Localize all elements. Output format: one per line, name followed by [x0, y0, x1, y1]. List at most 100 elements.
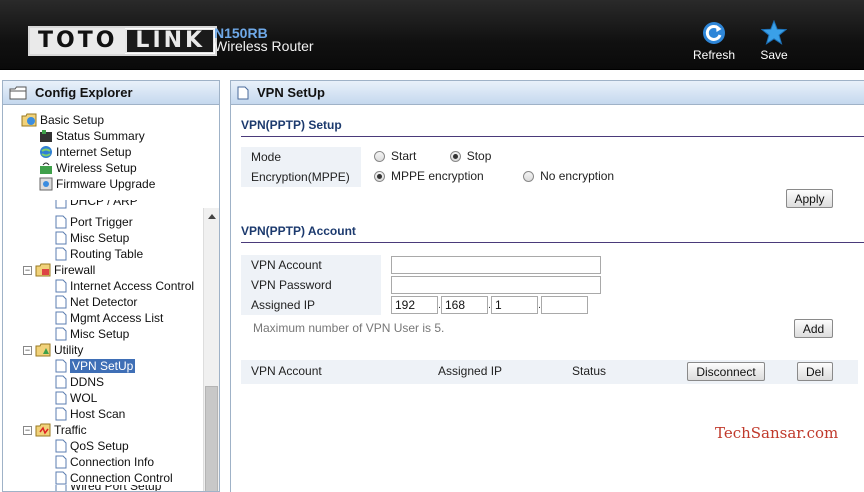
internet-icon — [39, 145, 53, 159]
config-explorer-label: Config Explorer — [35, 85, 133, 100]
del-button[interactable]: Del — [797, 362, 833, 381]
globe-folder-icon — [21, 113, 37, 127]
sidebar-item-net-detector[interactable]: Net Detector — [55, 294, 137, 310]
sidebar-item-status-summary[interactable]: Status Summary — [39, 128, 145, 144]
sidebar-item-host-scan[interactable]: Host Scan — [55, 406, 125, 422]
no-encryption-radio[interactable] — [523, 170, 535, 182]
sidebar-item-qos-setup[interactable]: QoS Setup — [55, 438, 129, 454]
sidebar-item-label: VPN SetUp — [70, 359, 136, 373]
sidebar-item-internet-setup[interactable]: Internet Setup — [39, 144, 131, 160]
setup-form: Mode Start Stop Encryption(MPPE) MPPE en… — [241, 147, 861, 187]
sidebar-item-label: Wired Port Setup — [70, 485, 162, 492]
sidebar-item-misc-setup[interactable]: Misc Setup — [55, 326, 129, 342]
sidebar-item-traffic[interactable]: − Traffic — [23, 422, 87, 438]
sidebar-item-label: Basic Setup — [40, 113, 105, 127]
ip-octet-4-input[interactable] — [541, 296, 588, 314]
page-icon — [55, 391, 67, 405]
sidebar-item-ddns[interactable]: DDNS — [55, 374, 104, 390]
sidebar-item-label: WOL — [70, 391, 98, 405]
brand-logo: TOTO LINK — [28, 26, 218, 56]
content-title-bar: VPN SetUp — [231, 81, 864, 105]
ip-octet-2-input[interactable] — [441, 296, 488, 314]
refresh-button[interactable]: Refresh — [690, 20, 738, 62]
ip-octet-1-input[interactable] — [391, 296, 438, 314]
sidebar-item-firmware-upgrade[interactable]: Firmware Upgrade — [39, 176, 155, 192]
setup-section-title: VPN(PPTP) Setup — [241, 118, 864, 137]
page-icon — [55, 455, 67, 469]
collapse-toggle-icon[interactable]: − — [23, 345, 32, 355]
logo-left-text: TOTO — [30, 28, 126, 54]
mode-start-radio[interactable] — [374, 150, 385, 162]
sidebar-item-firewall[interactable]: − Firewall — [23, 262, 95, 278]
status-icon — [39, 129, 53, 143]
disconnect-button[interactable]: Disconnect — [687, 362, 765, 381]
apply-button[interactable]: Apply — [786, 189, 833, 208]
scroll-up-arrow-icon[interactable] — [208, 214, 216, 219]
max-user-hint: Maximum number of VPN User is 5. — [253, 321, 445, 335]
sidebar-item-label: Internet Access Control — [70, 279, 195, 293]
sidebar-item-label: DDNS — [70, 375, 105, 389]
sidebar-item-label: Port Trigger — [70, 215, 133, 229]
sidebar-item-label: Misc Setup — [70, 231, 130, 245]
sidebar-item-dhcp-arp[interactable]: DHCP / ARP — [55, 200, 138, 209]
page-icon — [55, 311, 67, 325]
config-tree: Basic Setup Status Summary Internet Setup W… — [3, 106, 203, 492]
page-icon — [55, 295, 67, 309]
watermark-text: TechSansar.com — [715, 424, 839, 442]
no-encryption-option[interactable]: No encryption — [523, 169, 614, 183]
collapse-toggle-icon[interactable]: − — [23, 425, 32, 435]
firmware-icon — [39, 177, 53, 191]
sidebar-item-label: Routing Table — [70, 247, 144, 261]
page-icon — [55, 231, 67, 245]
sidebar-item-connection-info[interactable]: Connection Info — [55, 454, 154, 470]
mode-stop-option[interactable]: Stop — [449, 149, 492, 164]
sidebar-item-label: Misc Setup — [70, 327, 130, 341]
mode-stop-label: Stop — [466, 149, 492, 164]
sidebar-item-wol[interactable]: WOL — [55, 390, 97, 406]
sidebar-item-connection-control[interactable]: Connection Control — [55, 470, 173, 486]
logo-right-text: LINK — [127, 30, 214, 52]
page-icon — [55, 215, 67, 229]
sidebar-item-basic-setup[interactable]: Basic Setup — [21, 112, 104, 128]
vpn-account-list-header: VPN Account Assigned IP Status — [241, 360, 858, 384]
sidebar-item-label: Internet Setup — [56, 145, 132, 159]
no-encryption-label: No encryption — [540, 169, 615, 184]
sidebar-item-label: Firewall — [54, 263, 96, 277]
save-button[interactable]: Save — [756, 20, 792, 62]
vpn-password-input[interactable] — [391, 276, 601, 294]
page-icon — [237, 86, 249, 99]
sidebar-item-misc-setup[interactable]: Misc Setup — [55, 230, 129, 246]
page-icon — [55, 407, 67, 421]
refresh-icon — [703, 22, 725, 44]
config-explorer-panel: Config Explorer Basic Setup Status Summar… — [2, 80, 220, 492]
scroll-thumb[interactable] — [205, 386, 218, 491]
sidebar-item-port-trigger[interactable]: Port Trigger — [55, 214, 133, 230]
mode-stop-radio[interactable] — [449, 150, 461, 162]
mppe-encryption-option[interactable]: MPPE encryption — [374, 169, 484, 183]
page-icon — [55, 247, 67, 261]
sidebar-item-internet-access-control[interactable]: Internet Access Control — [55, 278, 194, 294]
add-button[interactable]: Add — [794, 319, 833, 338]
sidebar-item-vpn-setup[interactable]: VPN SetUp — [55, 358, 136, 374]
page-title: VPN SetUp — [257, 85, 325, 100]
ip-octet-3-input[interactable] — [491, 296, 538, 314]
mppe-encryption-radio[interactable] — [374, 170, 385, 182]
sidebar-item-utility[interactable]: − Utility — [23, 342, 83, 358]
tree-scrollbar[interactable] — [203, 208, 219, 491]
sidebar-item-routing-table[interactable]: Routing Table — [55, 246, 143, 262]
sidebar-item-wireless-setup[interactable]: Wireless Setup — [39, 160, 137, 176]
mode-start-option[interactable]: Start — [374, 149, 416, 163]
sidebar-item-wired-port-setup[interactable]: Wired Port Setup — [55, 485, 162, 492]
collapse-toggle-icon[interactable]: − — [23, 265, 32, 275]
vpn-account-input[interactable] — [391, 256, 601, 274]
mode-start-label: Start — [391, 149, 417, 164]
sidebar-item-label: Mgmt Access List — [70, 311, 164, 325]
sidebar-item-label: DHCP / ARP — [70, 200, 138, 208]
page-icon — [55, 375, 67, 389]
sidebar-item-label: Status Summary — [56, 129, 145, 143]
sidebar-item-mgmt-access-list[interactable]: Mgmt Access List — [55, 310, 163, 326]
star-icon — [761, 20, 787, 45]
page-icon — [55, 279, 67, 293]
col-status: Status — [572, 364, 607, 378]
sidebar-item-label: Connection Control — [70, 471, 173, 485]
